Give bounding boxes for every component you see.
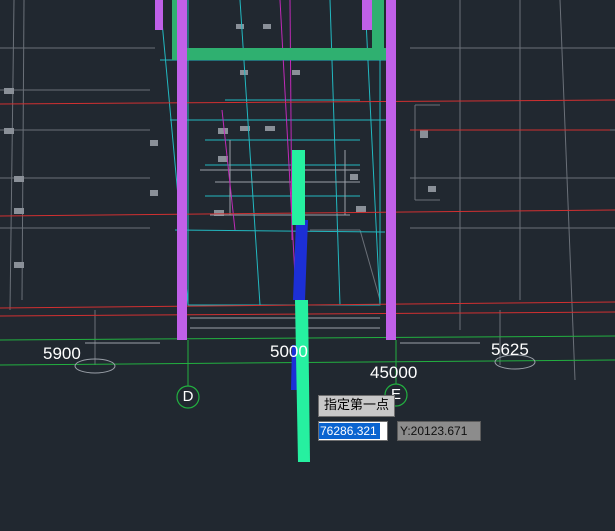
magenta-axis-lines (221, 0, 306, 461)
column-top-right (362, 0, 372, 30)
top-beam (178, 48, 388, 60)
x-coordinate-input[interactable] (319, 423, 380, 439)
dimension-label-total: 45000 (370, 363, 418, 382)
column-top-left (155, 0, 163, 30)
center-beam-lower (295, 300, 310, 462)
frame-outline (159, 0, 395, 306)
right-upper-beam (372, 0, 384, 60)
center-beam-upper (292, 150, 305, 225)
x-coordinate-field[interactable] (318, 421, 388, 441)
y-coordinate-field[interactable]: Y:20123.671 (397, 421, 481, 441)
dimension-lines (85, 140, 480, 344)
dimension-label-center: 5000 (270, 342, 308, 361)
column-right (386, 0, 396, 340)
blue-member (293, 220, 308, 300)
red-axis-lines (0, 99, 615, 317)
column-left (177, 0, 187, 340)
command-prompt-tooltip: 指定第一点 (318, 395, 396, 417)
cad-drawing-canvas[interactable] (0, 0, 615, 531)
dimension-label-right: 5625 (491, 340, 529, 359)
axis-label-d: D (182, 388, 194, 405)
dimension-label-left: 5900 (43, 344, 81, 363)
